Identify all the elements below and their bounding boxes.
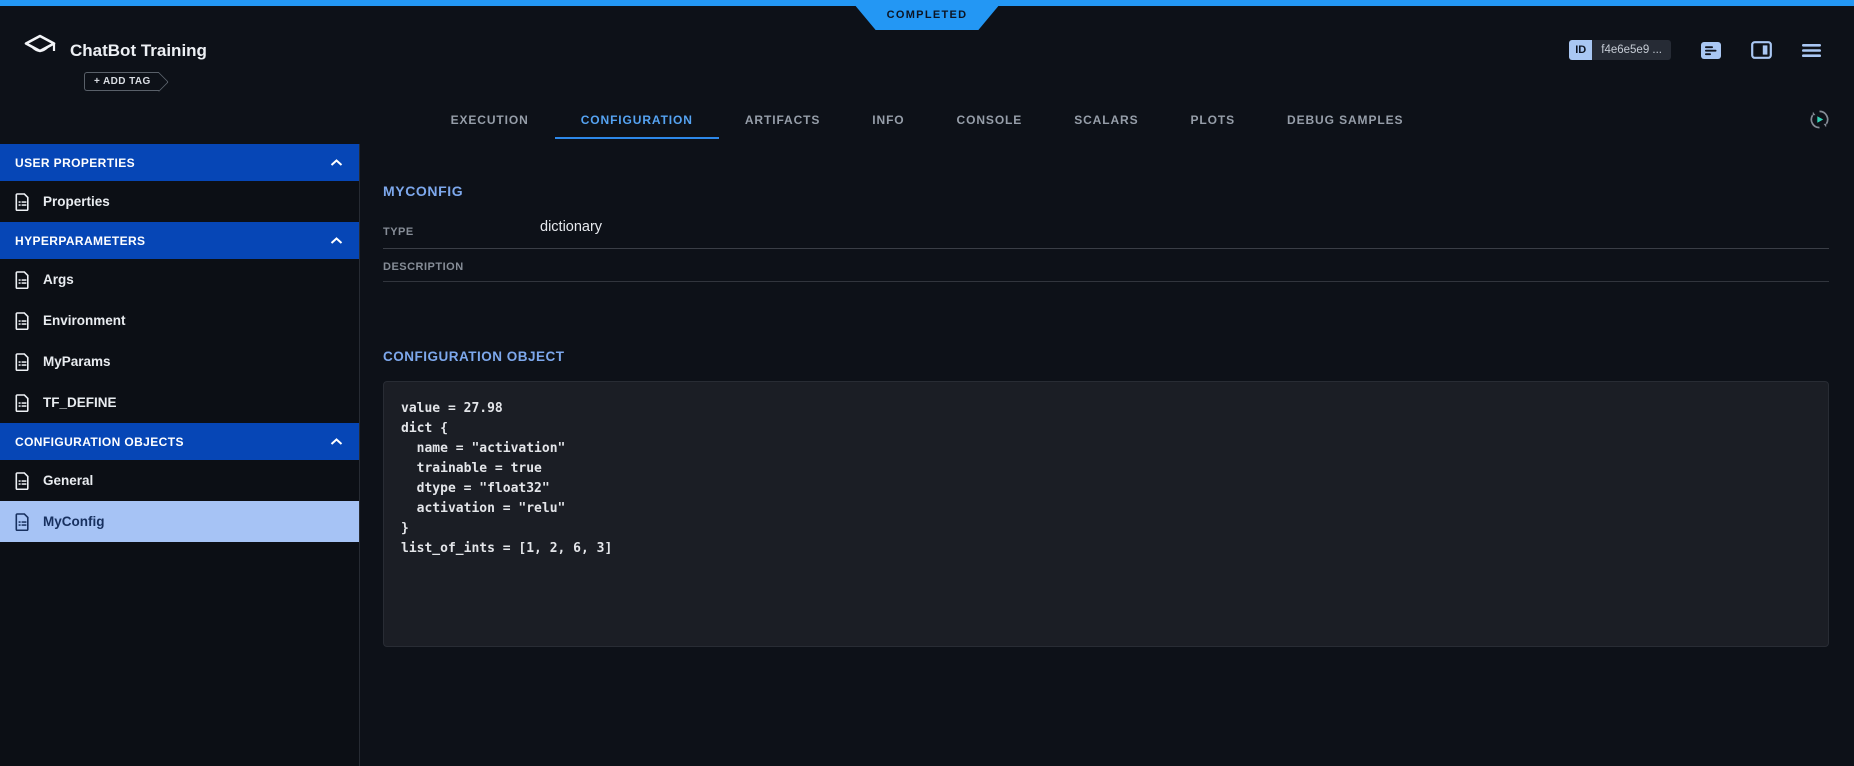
tab-debug-samples[interactable]: DEBUG SAMPLES: [1261, 100, 1429, 140]
sidebar-section-user-properties[interactable]: USER PROPERTIES: [0, 144, 359, 181]
tab-artifacts[interactable]: ARTIFACTS: [719, 100, 846, 140]
type-field-value: dictionary: [540, 219, 602, 235]
sidebar-item-label: Properties: [43, 194, 110, 209]
id-label: ID: [1569, 40, 1592, 60]
menu-icon[interactable]: [1802, 43, 1821, 58]
document-icon: [15, 472, 30, 490]
sidebar-item-label: General: [43, 473, 93, 488]
sidebar-item-properties[interactable]: Properties: [0, 181, 359, 222]
document-icon: [15, 193, 30, 211]
tab-plots[interactable]: PLOTS: [1165, 100, 1262, 140]
sidebar-item-environment[interactable]: Environment: [0, 300, 359, 341]
section-title: USER PROPERTIES: [15, 156, 135, 170]
status-badge: COMPLETED: [851, 0, 1004, 30]
id-value: f4e6e5e9 ...: [1592, 40, 1671, 60]
description-field-label: DESCRIPTION: [383, 261, 464, 273]
tab-scalars[interactable]: SCALARS: [1048, 100, 1164, 140]
tab-info[interactable]: INFO: [846, 100, 930, 140]
configuration-object-heading: CONFIGURATION OBJECT: [383, 349, 565, 364]
document-icon: [15, 513, 30, 531]
sidebar-section-hyperparameters[interactable]: HYPERPARAMETERS: [0, 222, 359, 259]
tab-bar: EXECUTION CONFIGURATION ARTIFACTS INFO C…: [0, 100, 1854, 140]
tab-execution[interactable]: EXECUTION: [425, 100, 555, 140]
config-sidebar: USER PROPERTIES Properties HYPERPARAMETE…: [0, 144, 360, 766]
sidebar-item-label: MyConfig: [43, 514, 105, 529]
chevron-up-icon: [330, 234, 343, 248]
sidebar-item-myconfig[interactable]: MyConfig: [0, 501, 359, 542]
sidebar-item-args[interactable]: Args: [0, 259, 359, 300]
type-field-label: TYPE: [383, 226, 414, 238]
chevron-up-icon: [330, 156, 343, 170]
document-icon: [15, 271, 30, 289]
document-icon: [15, 394, 30, 412]
add-tag-button[interactable]: + ADD TAG: [84, 72, 159, 91]
sidebar-item-label: Args: [43, 272, 74, 287]
tab-configuration[interactable]: CONFIGURATION: [555, 100, 719, 140]
chevron-up-icon: [330, 435, 343, 449]
sidebar-item-tf-define[interactable]: TF_DEFINE: [0, 382, 359, 423]
experiment-logo-icon: [24, 34, 56, 69]
auto-refresh-icon[interactable]: [1808, 108, 1831, 136]
config-object-title: MYCONFIG: [383, 183, 463, 199]
sidebar-item-label: MyParams: [43, 354, 111, 369]
page-title: ChatBot Training: [70, 41, 207, 61]
configuration-code-box: value = 27.98 dict { name = "activation"…: [383, 381, 1829, 647]
sidebar-item-label: TF_DEFINE: [43, 395, 117, 410]
layout-panel-icon[interactable]: [1751, 41, 1772, 59]
sidebar-item-general[interactable]: General: [0, 460, 359, 501]
configuration-panel: MYCONFIG TYPE dictionary DESCRIPTION CON…: [360, 144, 1854, 766]
configuration-code-text: value = 27.98 dict { name = "activation"…: [384, 382, 1828, 576]
sidebar-section-configuration-objects[interactable]: CONFIGURATION OBJECTS: [0, 423, 359, 460]
sidebar-item-myparams[interactable]: MyParams: [0, 341, 359, 382]
tab-console[interactable]: CONSOLE: [931, 100, 1049, 140]
document-icon: [15, 312, 30, 330]
sidebar-item-label: Environment: [43, 313, 126, 328]
console-icon[interactable]: [1701, 42, 1721, 59]
section-title: CONFIGURATION OBJECTS: [15, 435, 184, 449]
section-title: HYPERPARAMETERS: [15, 234, 145, 248]
document-icon: [15, 353, 30, 371]
id-badge[interactable]: ID f4e6e5e9 ...: [1569, 40, 1671, 60]
divider: [383, 248, 1829, 249]
divider: [383, 281, 1829, 282]
